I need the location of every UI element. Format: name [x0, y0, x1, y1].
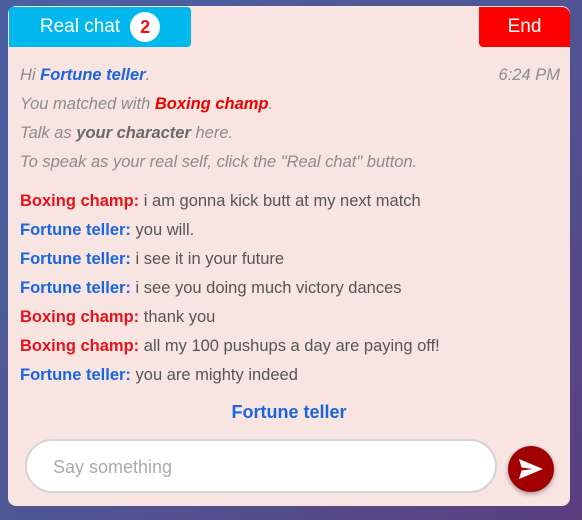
message-input-wrapper — [25, 439, 497, 493]
message-input[interactable] — [51, 441, 475, 493]
message-row: Fortune teller: i see you doing much vic… — [20, 274, 560, 303]
message-text: you are mighty indeed — [130, 366, 298, 384]
chat-panel: Real chat 2 End Hi Fortune teller. 6:24 … — [8, 6, 570, 506]
talk-prefix: Talk as — [20, 124, 77, 142]
user-character-name: Fortune teller — [40, 66, 146, 84]
send-arrow-icon — [519, 459, 543, 479]
matched-line: You matched with Boxing champ. — [20, 90, 560, 119]
talk-as-line: Talk as your character here. — [20, 119, 560, 148]
message-row: Fortune teller: i see it in your future — [20, 245, 560, 274]
greeting-prefix: Hi — [20, 66, 41, 84]
message-row: Fortune teller: you are mighty indeed — [20, 361, 560, 390]
message-sender: Fortune teller: — [20, 221, 131, 239]
message-text: you will. — [130, 221, 195, 239]
greeting-suffix: . — [145, 66, 151, 84]
real-chat-label: Real chat — [39, 16, 121, 37]
system-messages: Hi Fortune teller. 6:24 PM You matched w… — [20, 61, 560, 177]
message-sender: Boxing champ: — [20, 192, 140, 210]
message-sender: Boxing champ: — [20, 308, 140, 326]
matched-prefix: You matched with — [20, 95, 155, 113]
real-chat-count-badge: 2 — [130, 12, 161, 42]
timestamp: 6:24 PM — [498, 66, 560, 84]
message-row: Boxing champ: thank you — [20, 303, 560, 332]
matched-suffix: . — [268, 95, 274, 113]
greeting-line: Hi Fortune teller. 6:24 PM — [20, 61, 560, 90]
current-speaker-label: Fortune teller — [231, 402, 347, 422]
message-text: i see you doing much victory dances — [130, 279, 402, 297]
message-row: Boxing champ: all my 100 pushups a day a… — [20, 332, 560, 361]
message-row: Boxing champ: i am gonna kick butt at my… — [20, 187, 560, 216]
talk-suffix: here. — [190, 124, 234, 142]
message-sender: Fortune teller: — [20, 279, 131, 297]
message-sender: Fortune teller: — [20, 250, 131, 268]
real-self-hint: To speak as your real self, click the "R… — [20, 153, 418, 171]
message-text: thank you — [139, 308, 216, 326]
partner-character-name: Boxing champ — [154, 95, 269, 113]
message-list: Boxing champ: i am gonna kick butt at my… — [20, 187, 560, 390]
end-button[interactable]: End — [479, 7, 570, 47]
message-text: all my 100 pushups a day are paying off! — [139, 337, 440, 355]
message-text: i see it in your future — [130, 250, 285, 268]
message-sender: Boxing champ: — [20, 337, 140, 355]
message-row: Fortune teller: you will. — [20, 216, 560, 245]
talk-bold: your character — [76, 124, 191, 142]
message-sender: Fortune teller: — [20, 366, 131, 384]
real-chat-button[interactable]: Real chat 2 — [9, 7, 191, 47]
send-button[interactable] — [508, 446, 554, 492]
message-text: i am gonna kick butt at my next match — [139, 192, 421, 210]
